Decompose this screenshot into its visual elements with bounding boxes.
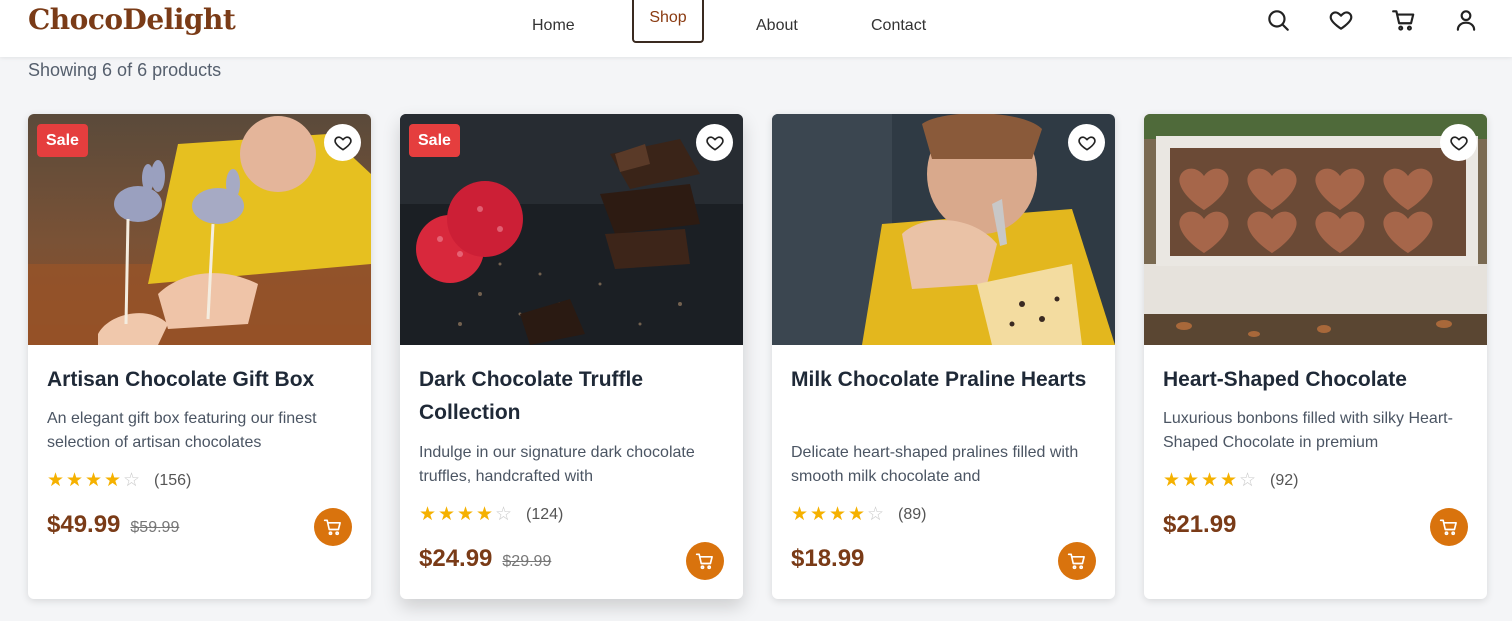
product-rating: ★ ★ ★ ★ ☆ (89)	[791, 505, 926, 525]
product-title[interactable]: Artisan Chocolate Gift Box	[47, 363, 357, 396]
original-price: $59.99	[130, 519, 180, 536]
star-icon: ★	[476, 504, 494, 525]
star-icon: ★	[1163, 470, 1181, 491]
star-icon: ★	[810, 504, 828, 525]
add-to-cart-button[interactable]	[1058, 542, 1096, 580]
nav-about[interactable]: About	[756, 10, 798, 43]
product-title[interactable]: Heart-Shaped Chocolate	[1163, 363, 1473, 396]
product-description: Indulge in our signature dark chocolate …	[419, 444, 695, 485]
sale-badge: Sale	[409, 124, 460, 157]
add-to-cart-button[interactable]	[1430, 508, 1468, 546]
cart-icon[interactable]	[1391, 7, 1417, 33]
star-empty-icon: ☆	[123, 470, 141, 491]
nav-home[interactable]: Home	[532, 10, 575, 43]
user-icon[interactable]	[1453, 7, 1479, 33]
search-icon[interactable]	[1265, 7, 1291, 33]
star-icon: ★	[1220, 470, 1238, 491]
star-icon: ★	[438, 504, 456, 525]
product-description: Delicate heart-shaped pralines filled wi…	[791, 444, 1079, 485]
review-count: (124)	[526, 506, 564, 523]
product-rating: ★ ★ ★ ★ ☆ (156)	[47, 471, 191, 491]
star-icon: ★	[1182, 470, 1200, 491]
price: $49.99	[47, 511, 121, 538]
star-icon: ★	[104, 470, 122, 491]
nav-shop[interactable]: Shop	[632, 0, 704, 43]
cart-icon	[695, 553, 713, 570]
rating-stars: ★ ★ ★ ★ ☆	[791, 505, 886, 525]
rating-stars: ★ ★ ★ ★ ☆	[419, 505, 514, 525]
product-image[interactable]	[772, 114, 1115, 345]
sale-badge: Sale	[37, 124, 88, 157]
product-rating: ★ ★ ★ ★ ☆ (92)	[1163, 471, 1298, 491]
price-row: $18.99	[791, 545, 864, 573]
star-icon: ★	[848, 504, 866, 525]
price: $24.99	[419, 545, 493, 572]
price: $21.99	[1163, 511, 1237, 538]
cart-icon	[1439, 519, 1457, 536]
price-row: $24.99 $29.99	[419, 545, 551, 573]
star-icon: ★	[829, 504, 847, 525]
wishlist-button[interactable]	[1068, 124, 1105, 161]
star-icon: ★	[1201, 470, 1219, 491]
star-empty-icon: ☆	[1239, 470, 1257, 491]
review-count: (92)	[1270, 472, 1299, 489]
product-count: Showing 6 of 6 products	[28, 60, 222, 80]
heart-icon	[1077, 135, 1096, 150]
star-icon: ★	[791, 504, 809, 525]
star-icon: ★	[419, 504, 437, 525]
review-count: (89)	[898, 506, 927, 523]
heart-icon	[705, 135, 724, 150]
heart-icon	[333, 135, 352, 150]
rating-stars: ★ ★ ★ ★ ☆	[47, 471, 142, 491]
wishlist-button[interactable]	[696, 124, 733, 161]
heart-icon[interactable]	[1328, 7, 1354, 33]
product-image[interactable]	[1144, 114, 1487, 345]
star-icon: ★	[85, 470, 103, 491]
star-icon: ★	[47, 470, 65, 491]
product-title[interactable]: Dark Chocolate Truffle Collection	[419, 363, 729, 429]
review-count: (156)	[154, 472, 192, 489]
cart-icon	[323, 519, 341, 536]
price-row: $49.99 $59.99	[47, 511, 179, 539]
add-to-cart-button[interactable]	[314, 508, 352, 546]
product-rating: ★ ★ ★ ★ ☆ (124)	[419, 505, 563, 525]
product-card[interactable]: Sale Artisan Chocolate Gift Box An elega…	[28, 114, 371, 599]
rating-stars: ★ ★ ★ ★ ☆	[1163, 471, 1258, 491]
product-description: Luxurious bonbons filled with silky Hear…	[1163, 410, 1453, 451]
price: $18.99	[791, 545, 865, 572]
add-to-cart-button[interactable]	[686, 542, 724, 580]
wishlist-button[interactable]	[324, 124, 361, 161]
price-row: $21.99	[1163, 511, 1236, 539]
product-title[interactable]: Milk Chocolate Praline Hearts	[791, 363, 1101, 396]
product-description: An elegant gift box featuring our finest…	[47, 410, 317, 451]
site-header: ChocoDelight Home Shop About Contact	[0, 0, 1512, 57]
star-icon: ★	[66, 470, 84, 491]
star-icon: ★	[457, 504, 475, 525]
nav-contact[interactable]: Contact	[871, 10, 926, 43]
original-price: $29.99	[502, 553, 552, 570]
product-card[interactable]: Heart-Shaped Chocolate Luxurious bonbons…	[1144, 114, 1487, 599]
heart-icon	[1449, 135, 1468, 150]
cart-icon	[1067, 553, 1085, 570]
product-card[interactable]: Sale Dark Chocolate Truffle Collection I…	[400, 114, 743, 599]
product-card[interactable]: Milk Chocolate Praline Hearts Delicate h…	[772, 114, 1115, 599]
star-empty-icon: ☆	[495, 504, 513, 525]
star-empty-icon: ☆	[867, 504, 885, 525]
brand-logo[interactable]: ChocoDelight	[28, 3, 236, 36]
wishlist-button[interactable]	[1440, 124, 1477, 161]
